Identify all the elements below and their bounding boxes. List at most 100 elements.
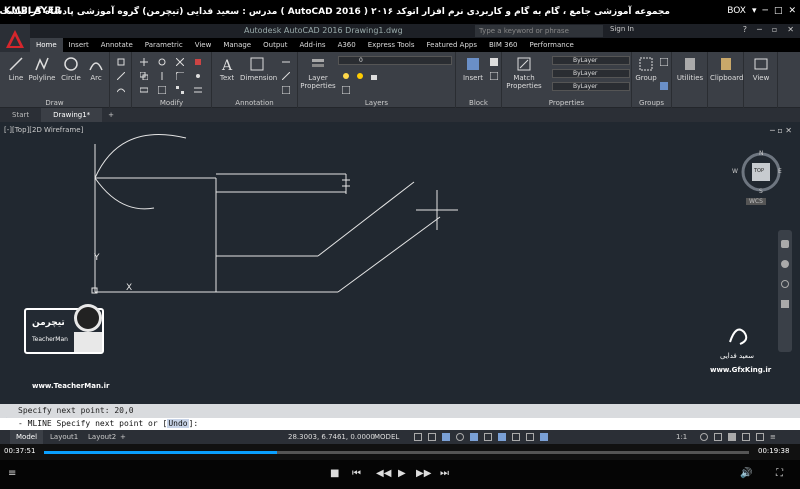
file-tab-drawing1[interactable]: Drawing1* bbox=[41, 108, 103, 122]
view-tool[interactable]: View bbox=[746, 56, 776, 82]
linear-dim-icon[interactable] bbox=[282, 58, 290, 66]
tab-parametric[interactable]: Parametric bbox=[139, 38, 189, 52]
add-layout-icon[interactable]: + bbox=[120, 430, 126, 444]
clean-screen-icon[interactable] bbox=[756, 433, 764, 441]
tab-add-ins[interactable]: Add-ins bbox=[293, 38, 331, 52]
annotation-scale[interactable]: 1:1 bbox=[676, 430, 687, 444]
ungroup-icon[interactable] bbox=[660, 58, 668, 66]
pan-icon[interactable] bbox=[781, 240, 789, 248]
block-panel-label[interactable]: Block bbox=[456, 99, 501, 107]
layer-dropdown[interactable]: 0 bbox=[338, 56, 452, 65]
maximize-icon[interactable]: □ bbox=[774, 6, 783, 16]
bulb-icon[interactable] bbox=[342, 72, 350, 80]
tab-a360[interactable]: A360 bbox=[332, 38, 362, 52]
command-line[interactable]: - MLINE Specify next point or [Undo]: bbox=[0, 418, 800, 430]
rectangle-icon[interactable] bbox=[117, 58, 125, 66]
layer-properties-tool[interactable]: Layer Properties bbox=[300, 56, 336, 90]
mirror-icon[interactable] bbox=[158, 72, 166, 80]
showmotion-icon[interactable] bbox=[781, 300, 789, 308]
groups-panel-label[interactable]: Groups bbox=[632, 99, 671, 107]
layers-panel-label[interactable]: Layers bbox=[298, 99, 455, 107]
osnap-icon[interactable] bbox=[470, 433, 478, 441]
previous-icon[interactable]: ⏮ bbox=[352, 468, 361, 479]
orbit-icon[interactable] bbox=[781, 280, 789, 288]
sun-icon[interactable] bbox=[356, 72, 364, 80]
group-select-icon[interactable] bbox=[660, 82, 668, 90]
hatch-icon[interactable] bbox=[117, 72, 125, 80]
customization-icon[interactable]: ≡ bbox=[770, 433, 778, 441]
minimize-icon[interactable]: ─ bbox=[763, 6, 768, 16]
array-icon[interactable] bbox=[176, 86, 184, 94]
isolate-objects-icon[interactable] bbox=[728, 433, 736, 441]
match-properties-tool[interactable]: Match Properties bbox=[506, 56, 542, 90]
volume-icon[interactable]: 🔊 bbox=[740, 468, 752, 479]
tab-home[interactable]: Home bbox=[30, 38, 63, 52]
viewcube[interactable]: TOP N S W E WCS bbox=[732, 150, 784, 208]
tab-output[interactable]: Output bbox=[257, 38, 293, 52]
annotation-monitor-icon[interactable] bbox=[714, 433, 722, 441]
play-icon[interactable]: ▶ bbox=[398, 468, 406, 479]
draw-panel-label[interactable]: Draw bbox=[0, 99, 109, 107]
utilities-tool[interactable]: Utilities bbox=[674, 56, 706, 82]
text-tool[interactable]: A Text bbox=[216, 56, 238, 82]
offset-icon[interactable] bbox=[194, 86, 202, 94]
close-icon[interactable]: ✕ bbox=[787, 25, 794, 34]
edit-block-icon[interactable] bbox=[490, 72, 498, 80]
fillet-icon[interactable] bbox=[176, 72, 184, 80]
zoom-icon[interactable] bbox=[781, 260, 789, 268]
polyline-tool[interactable]: Polyline bbox=[28, 56, 56, 82]
linetype-dropdown[interactable]: ByLayer bbox=[552, 69, 630, 78]
annotation-visibility-icon[interactable] bbox=[540, 433, 548, 441]
rewind-icon[interactable]: ◀◀ bbox=[376, 468, 391, 479]
lineweight-dropdown[interactable]: ByLayer bbox=[552, 82, 630, 91]
grid-icon[interactable] bbox=[414, 433, 422, 441]
tab-manage[interactable]: Manage bbox=[217, 38, 257, 52]
hardware-acceleration-icon[interactable] bbox=[742, 433, 750, 441]
stop-icon[interactable]: ■ bbox=[330, 468, 339, 479]
trim-icon[interactable] bbox=[176, 58, 184, 66]
forward-icon[interactable]: ▶▶ bbox=[416, 468, 431, 479]
application-menu-button[interactable] bbox=[0, 24, 30, 54]
layer-tools-icon[interactable] bbox=[342, 86, 350, 94]
tab-bim-360[interactable]: BIM 360 bbox=[483, 38, 524, 52]
player-seek-bar[interactable] bbox=[44, 451, 749, 454]
stretch-icon[interactable] bbox=[140, 86, 148, 94]
tab-annotate[interactable]: Annotate bbox=[95, 38, 139, 52]
line-tool[interactable]: Line bbox=[6, 56, 26, 82]
circle-tool[interactable]: Circle bbox=[60, 56, 82, 82]
annotation-panel-label[interactable]: Annotation bbox=[212, 99, 297, 107]
layout-tab-layout2[interactable]: Layout2 bbox=[82, 430, 122, 444]
tab-view[interactable]: View bbox=[189, 38, 218, 52]
sign-in-button[interactable]: Sign In bbox=[610, 25, 634, 33]
pin-icon[interactable]: ▾ bbox=[752, 6, 757, 16]
selection-cycling-icon[interactable] bbox=[526, 433, 534, 441]
close-icon[interactable]: ✕ bbox=[788, 6, 796, 16]
undo-option[interactable]: Undo bbox=[167, 419, 189, 428]
spline-icon[interactable] bbox=[117, 86, 125, 94]
properties-panel-label[interactable]: Properties bbox=[502, 99, 631, 107]
model-space-button[interactable]: MODEL bbox=[374, 430, 399, 444]
lock-icon[interactable] bbox=[370, 72, 378, 80]
arc-tool[interactable]: Arc bbox=[86, 56, 106, 82]
restore-icon[interactable]: ▫ bbox=[772, 25, 777, 34]
next-icon[interactable]: ⏭ bbox=[440, 468, 449, 479]
cursor-coordinates[interactable]: 28.3003, 6.7461, 0.0000 bbox=[288, 430, 375, 444]
move-icon[interactable] bbox=[140, 58, 148, 66]
insert-tool[interactable]: Insert bbox=[460, 56, 486, 82]
fullscreen-icon[interactable]: ⛶ bbox=[776, 468, 783, 479]
search-input[interactable]: Type a keyword or phrase bbox=[475, 25, 603, 37]
clipboard-tool[interactable]: Clipboard bbox=[710, 56, 743, 82]
file-tab-start[interactable]: Start bbox=[0, 108, 41, 122]
layout-tab-layout1[interactable]: Layout1 bbox=[44, 430, 84, 444]
rotate-icon[interactable] bbox=[158, 58, 166, 66]
color-dropdown[interactable]: ByLayer bbox=[552, 56, 630, 65]
new-tab-plus-icon[interactable]: + bbox=[102, 108, 120, 122]
polar-icon[interactable] bbox=[456, 433, 464, 441]
modify-panel-label[interactable]: Modify bbox=[132, 99, 211, 107]
workspace-gear-icon[interactable] bbox=[700, 433, 708, 441]
layout-tab-model[interactable]: Model bbox=[10, 430, 44, 444]
tab-performance[interactable]: Performance bbox=[523, 38, 579, 52]
minimize-icon[interactable]: ─ bbox=[757, 25, 762, 34]
otrack-icon[interactable] bbox=[484, 433, 492, 441]
leader-icon[interactable] bbox=[282, 72, 290, 80]
